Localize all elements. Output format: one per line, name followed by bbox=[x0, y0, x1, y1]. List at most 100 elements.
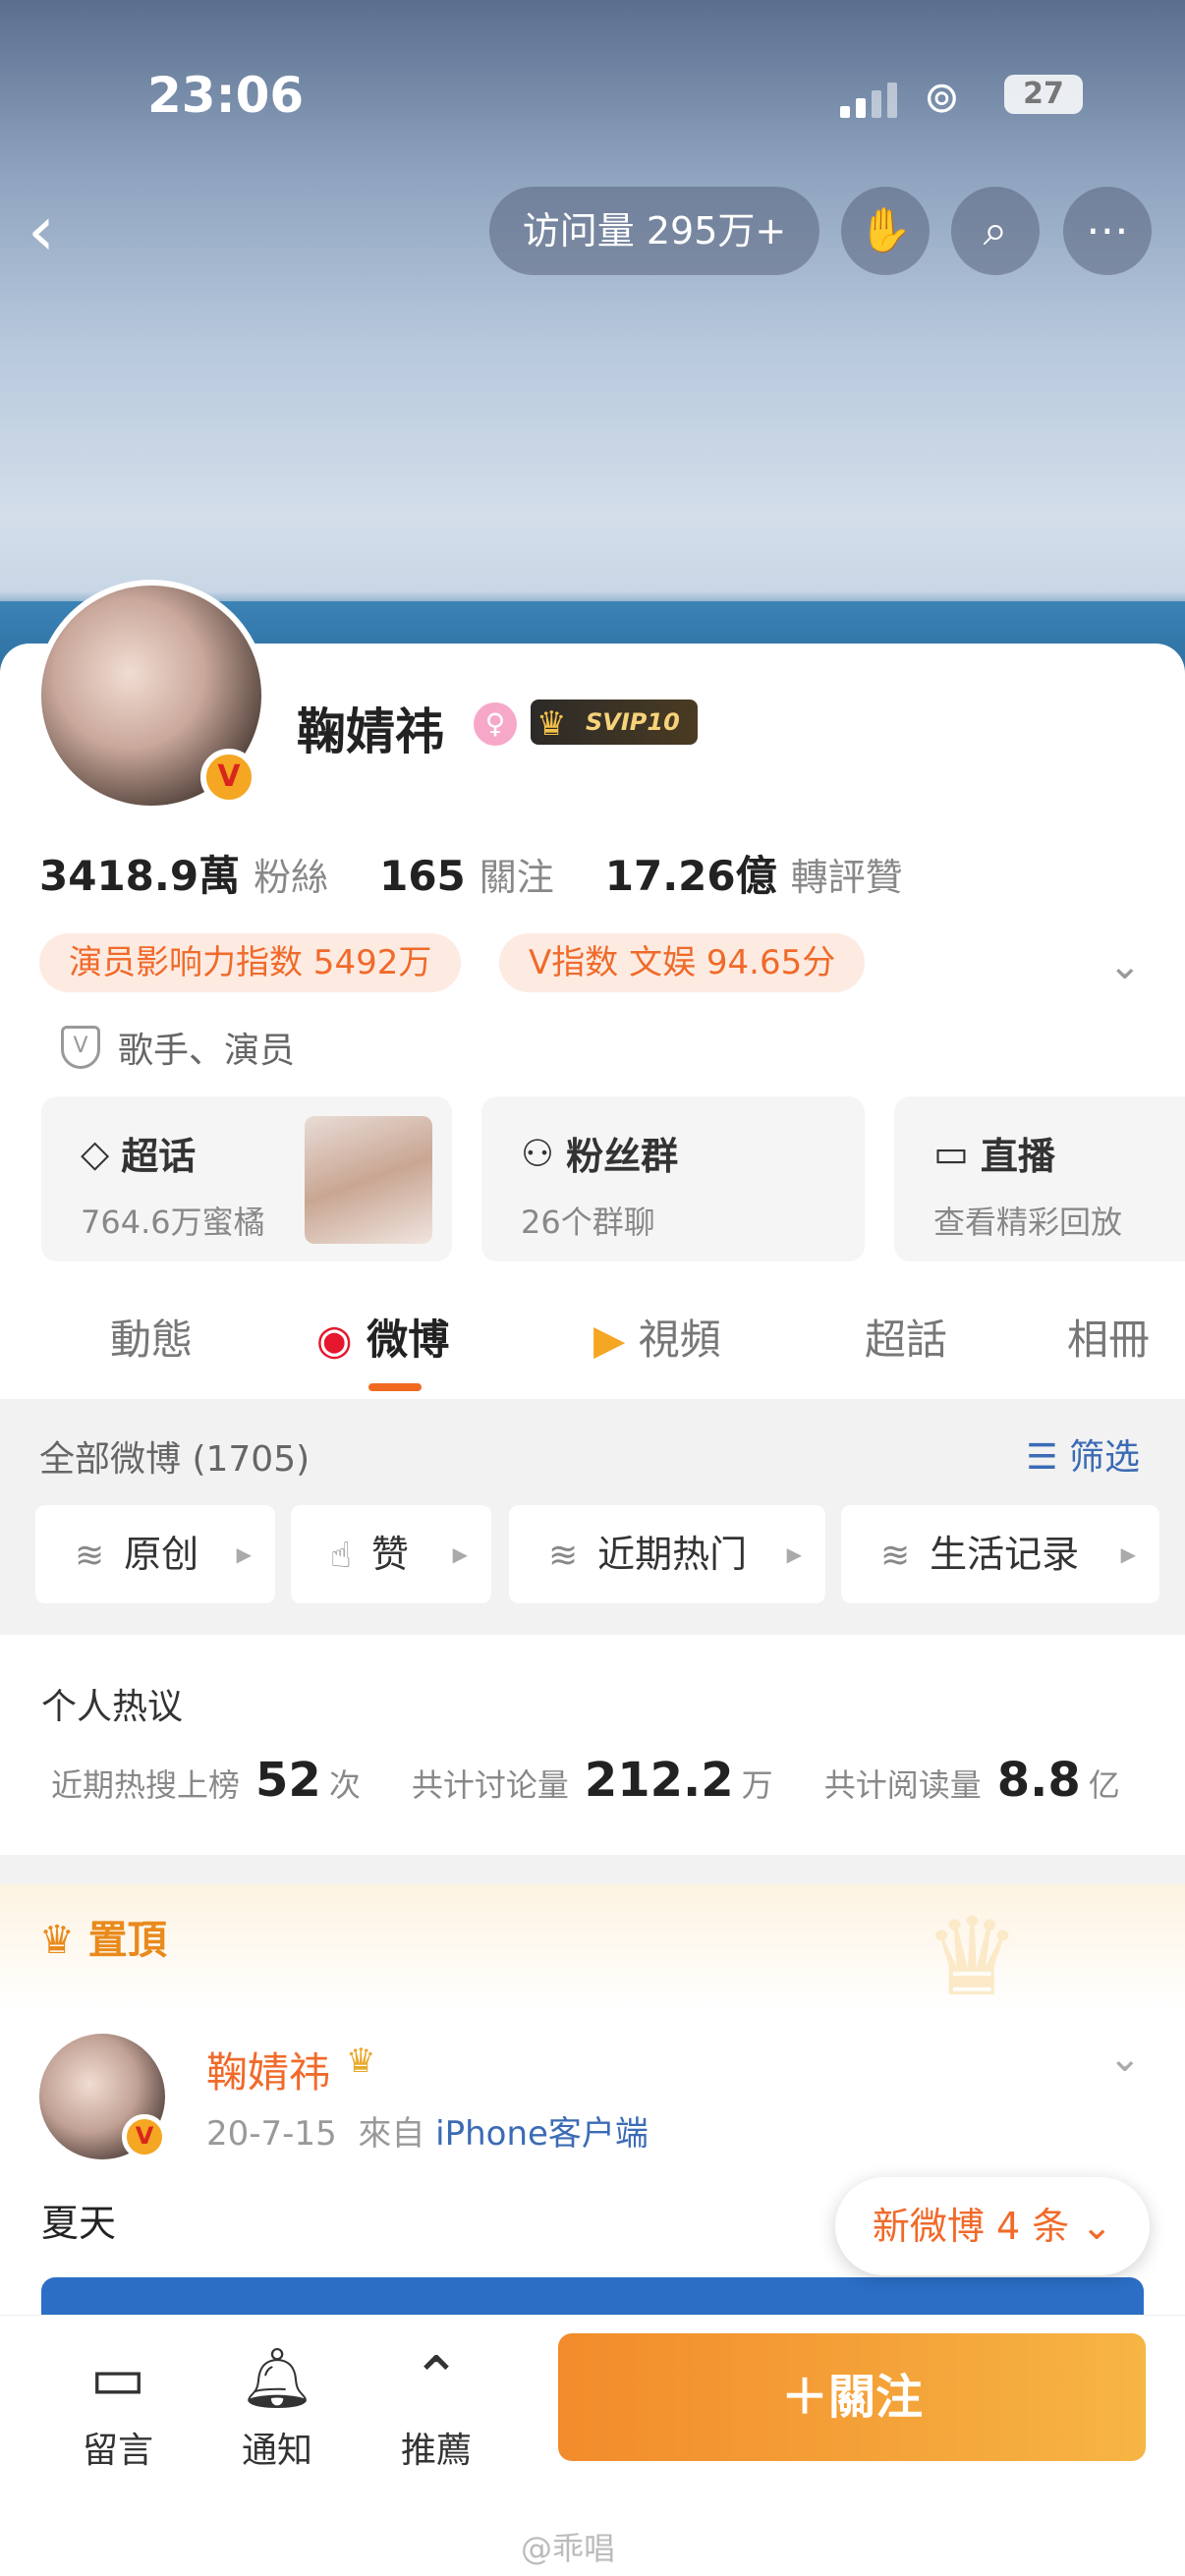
stat-value: 3418.9萬 bbox=[39, 852, 241, 900]
verified-badge-icon: V bbox=[200, 749, 257, 806]
new-posts-button[interactable]: 新微博 4 条 ⌄ bbox=[835, 2177, 1150, 2275]
influence-tag[interactable]: 演员影响力指数 5492万 bbox=[39, 933, 462, 992]
tab-supertopic[interactable]: 超話 bbox=[865, 1307, 947, 1367]
comment-button[interactable]: ▭ 留言 bbox=[59, 2339, 177, 2473]
hot-discussion[interactable]: 个人热议 近期热搜上榜 52 次 共计讨论量 212.2 万 共计阅读量 8.8 亿 bbox=[0, 1635, 1185, 1855]
chevron-down-icon[interactable]: ⌄ bbox=[1108, 943, 1142, 988]
crown-decoration-icon: ♛ bbox=[924, 1894, 1021, 2020]
more-icon[interactable]: ⋯ bbox=[1063, 187, 1152, 275]
svip-badge[interactable]: ♛ SVIP10 bbox=[531, 700, 698, 745]
role-line: V 歌手、演员 bbox=[61, 1022, 295, 1073]
triangle-right-icon: ▶ bbox=[452, 1542, 468, 1566]
stat-value: 165 bbox=[379, 852, 466, 900]
post-author[interactable]: 鞠婧祎 bbox=[206, 2040, 330, 2100]
chip-likes[interactable]: ☝ 赞 ▶ bbox=[291, 1505, 491, 1603]
battery-indicator: 27 bbox=[1004, 75, 1083, 114]
double-chevron-down-icon: ⌄ bbox=[1081, 2205, 1113, 2248]
hot-stat: 近期热搜上榜 52 次 bbox=[51, 1753, 361, 1808]
profile-name: 鞠婧祎 bbox=[297, 703, 444, 760]
female-icon: ♀ bbox=[474, 702, 517, 746]
chip-label: 生活记录 bbox=[930, 1533, 1080, 1576]
supertopic-box[interactable]: ◇ 超话 764.6万蜜橘 bbox=[41, 1096, 452, 1261]
people-icon: ⚇ bbox=[521, 1131, 555, 1175]
filter-label: 筛选 bbox=[1068, 1437, 1140, 1478]
status-bar: 23:06 ⊚ 27 bbox=[0, 59, 1185, 128]
box-subtitle: 26个群聊 bbox=[521, 1204, 655, 1241]
new-posts-label: 新微博 4 条 bbox=[872, 2205, 1070, 2248]
hotspot-icon: ⊚ bbox=[924, 73, 960, 123]
hot-stat: 共计阅读量 8.8 亿 bbox=[824, 1753, 1120, 1808]
hot-value: 8.8 bbox=[996, 1753, 1081, 1808]
crown-icon: ♛ bbox=[536, 704, 567, 744]
follow-button[interactable]: ＋關注 bbox=[558, 2333, 1146, 2461]
chevron-down-icon[interactable]: ⌄ bbox=[1108, 2036, 1142, 2081]
post-from: 來自 bbox=[358, 2114, 425, 2154]
hot-value: 212.2 bbox=[584, 1753, 734, 1808]
verified-badge-icon: V bbox=[122, 2114, 167, 2159]
crown-icon: ♛ bbox=[346, 2042, 376, 2081]
supertopic-thumbnail bbox=[305, 1116, 432, 1244]
post-text: 夏天 bbox=[41, 2202, 117, 2245]
chip-hot[interactable]: ≋ 近期热门 ▶ bbox=[509, 1505, 825, 1603]
layers-icon: ≋ bbox=[548, 1536, 579, 1576]
post-date: 20-7-15 bbox=[206, 2114, 337, 2154]
status-time: 23:06 bbox=[147, 67, 305, 124]
stat-likes[interactable]: 17.26億 轉評贊 bbox=[605, 843, 903, 903]
v-index-tag[interactable]: V指数 文娱 94.65分 bbox=[499, 933, 866, 992]
poke-icon[interactable]: ✋ bbox=[841, 187, 930, 275]
post-count: 全部微博 (1705) bbox=[39, 1439, 310, 1480]
filter-icon: ☰ bbox=[1026, 1437, 1058, 1478]
tab-album[interactable]: 相冊 bbox=[1067, 1307, 1150, 1367]
box-title: 超话 bbox=[121, 1135, 197, 1178]
box-title: 粉丝群 bbox=[566, 1135, 679, 1178]
section-divider bbox=[0, 1855, 1185, 1884]
tab-dynamics[interactable]: 動態 bbox=[110, 1307, 193, 1367]
stat-followers[interactable]: 3418.9萬 粉絲 bbox=[39, 843, 328, 903]
search-icon[interactable]: ⌕ bbox=[951, 187, 1040, 275]
active-tab-indicator bbox=[368, 1383, 422, 1391]
diamond-icon: ◇ bbox=[81, 1131, 110, 1175]
hot-stat: 共计讨论量 212.2 万 bbox=[412, 1753, 773, 1808]
weibo-icon: ◉ bbox=[316, 1316, 353, 1364]
triangle-right-icon: ▶ bbox=[1120, 1542, 1136, 1566]
post-image[interactable] bbox=[41, 2277, 1144, 2317]
notify-label: 通知 bbox=[241, 2431, 312, 2471]
crown-icon: ♛ bbox=[39, 1918, 75, 1963]
box-subtitle: 查看精彩回放 bbox=[933, 1204, 1123, 1241]
box-title: 直播 bbox=[980, 1135, 1055, 1178]
svip-label: SVIP10 bbox=[586, 708, 680, 736]
chip-life[interactable]: ≋ 生活记录 ▶ bbox=[841, 1505, 1159, 1603]
tab-weibo[interactable]: ◉ 微博 bbox=[316, 1307, 449, 1367]
bottom-action-bar: ▭ 留言 🔔︎ 通知 ⌃ 推薦 ＋關注 @乖唱 bbox=[0, 2315, 1185, 2576]
stat-following[interactable]: 165 關注 bbox=[379, 847, 554, 901]
tv-icon: ▭ bbox=[933, 1131, 969, 1175]
chip-label: 赞 bbox=[370, 1533, 409, 1576]
message-icon: ▭ bbox=[89, 2344, 146, 2413]
post-source[interactable]: iPhone客户端 bbox=[435, 2114, 649, 2154]
fan-group-box[interactable]: ⚇ 粉丝群 26个群聊 bbox=[481, 1096, 865, 1261]
roles-text: 歌手、演员 bbox=[118, 1031, 296, 1071]
filter-button[interactable]: ☰ 筛选 bbox=[1026, 1428, 1140, 1480]
profile-tabs: 動態 ◉ 微博 ▶ 視頻 超話 相冊 bbox=[0, 1277, 1185, 1399]
post-meta: 20-7-15 來自 iPhone客户端 bbox=[206, 2106, 649, 2155]
layers-icon: ≋ bbox=[880, 1536, 911, 1576]
bell-icon: 🔔︎ bbox=[239, 2344, 315, 2413]
stat-value: 17.26億 bbox=[604, 852, 777, 900]
back-button[interactable]: ‹ bbox=[28, 196, 86, 265]
profile-stats: 3418.9萬 粉絲 165 關注 17.26億 轉評贊 bbox=[39, 843, 954, 903]
comment-label: 留言 bbox=[82, 2431, 153, 2471]
pinned-header: ♛ 置頂 ♛ bbox=[0, 1884, 1185, 2020]
recommend-button[interactable]: ⌃ 推薦 bbox=[377, 2339, 495, 2473]
hot-title: 个人热议 bbox=[41, 1687, 184, 1727]
tab-video[interactable]: ▶ 視頻 bbox=[593, 1307, 721, 1367]
hot-unit: 次 bbox=[328, 1766, 361, 1804]
visits-pill[interactable]: 访问量 295万+ bbox=[489, 187, 819, 275]
chip-original[interactable]: ≋ 原创 ▶ bbox=[35, 1505, 275, 1603]
notify-button[interactable]: 🔔︎ 通知 bbox=[218, 2339, 336, 2473]
live-box[interactable]: ▭ 直播 查看精彩回放 bbox=[894, 1096, 1185, 1261]
hot-value: 52 bbox=[255, 1753, 321, 1808]
recommend-label: 推薦 bbox=[400, 2431, 472, 2471]
triangle-right-icon: ▶ bbox=[236, 1542, 252, 1566]
tab-label: 微博 bbox=[367, 1316, 450, 1364]
hot-label: 共计阅读量 bbox=[823, 1766, 982, 1804]
